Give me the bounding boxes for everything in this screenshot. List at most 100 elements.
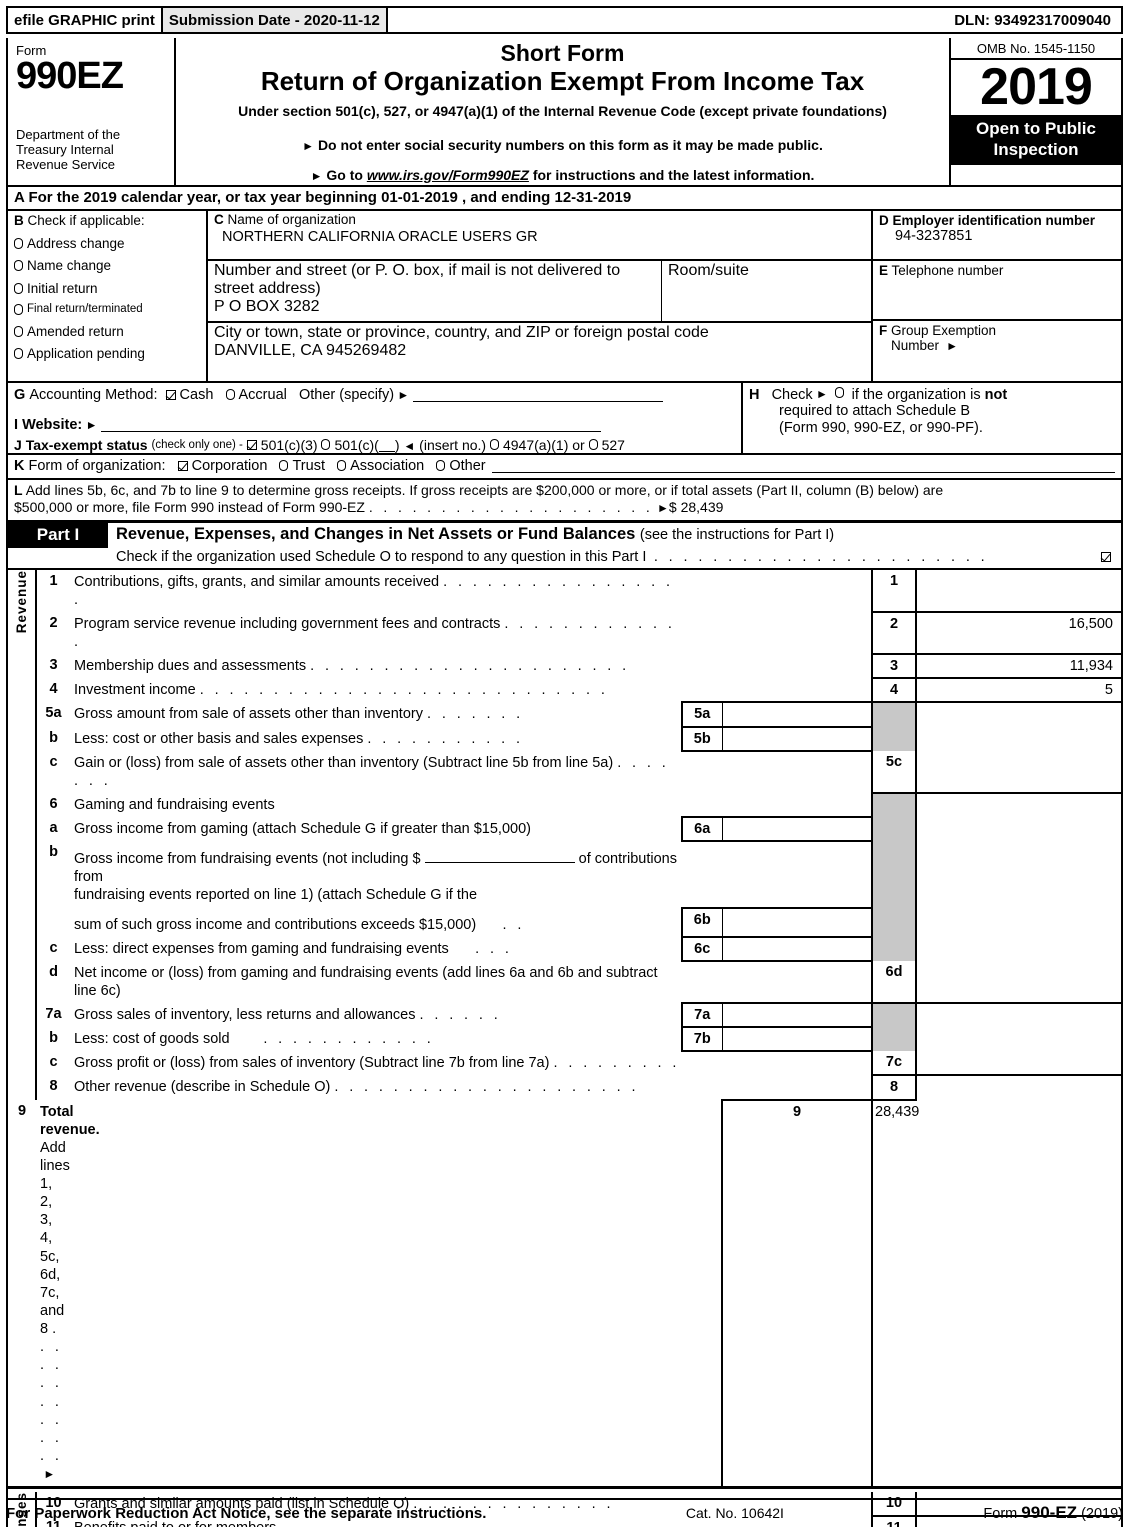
table-row: sum of such gross income and contributio… (8, 906, 1121, 937)
checkbox-corporation[interactable] (177, 460, 188, 471)
checkbox-address-change[interactable]: Address change (14, 237, 202, 251)
checkbox-final-return-label: Final return/terminated (27, 303, 143, 316)
part-1-table: Revenue 1 Contributions, gifts, grants, … (8, 567, 1121, 1527)
block-e-letter: E (879, 262, 889, 278)
row-inner-value[interactable] (722, 815, 873, 842)
goto-pre: Go to (326, 166, 363, 183)
checkbox-4947a1[interactable] (489, 439, 499, 451)
checkbox-initial-return[interactable]: Initial return (14, 282, 202, 296)
other-org-input[interactable] (491, 458, 1115, 474)
omb-number: OMB No. 1545-1150 (951, 38, 1121, 60)
website-input[interactable] (101, 417, 602, 433)
irs-form990ez-link[interactable]: www.irs.gov/Form990EZ (367, 167, 529, 183)
row-shade-cell (871, 841, 917, 908)
checkbox-amended-return[interactable]: Amended return (14, 325, 202, 339)
accounting-and-status-block: G Accounting Method: Cash Accrual Other … (8, 380, 1121, 453)
tax-year: 2019 (980, 58, 1093, 116)
accounting-other-label: Other (specify) (298, 386, 395, 403)
row-amount-blank (916, 841, 1121, 907)
tax-exempt-status-label: Tax-exempt status (25, 436, 148, 453)
row-inner-value[interactable] (722, 1026, 873, 1052)
row-amount[interactable] (916, 1051, 1121, 1075)
row-amount-blank (916, 937, 1121, 961)
table-row: 8 Other revenue (describe in Schedule O)… (8, 1074, 1121, 1100)
row-amount[interactable] (916, 567, 1121, 612)
org-roomsuite-caption: Room/suite (668, 261, 749, 279)
checkbox-501c-other[interactable] (321, 439, 331, 451)
row-amount[interactable]: 11,934 (916, 653, 1121, 679)
group-number-line: Number ► (879, 338, 1115, 353)
row-inner-value[interactable] (722, 1001, 873, 1028)
checkbox-501c3[interactable] (246, 439, 257, 450)
row-inner-value[interactable] (722, 906, 873, 937)
radio-circle-icon[interactable] (14, 325, 23, 337)
row-inner-blank (682, 840, 722, 908)
radio-circle-icon[interactable] (14, 260, 23, 272)
accounting-other-input[interactable] (413, 387, 664, 403)
row-amount-blank (916, 908, 1121, 937)
footer-form-id: Form 990-EZ (2019) (983, 1503, 1123, 1523)
footer-form-year: (2019) (1081, 1506, 1123, 1522)
row-inner-value[interactable] (722, 701, 873, 727)
row-desc-text: Gross amount from sale of assets other t… (74, 706, 423, 723)
org-roomsuite-cell: Room/suite (661, 260, 871, 321)
line-a-letter: A (14, 188, 25, 206)
checkbox-name-change[interactable]: Name change (14, 259, 202, 273)
checkbox-501c-other-label: 501(c)( (334, 436, 379, 453)
checkbox-accrual-label: Accrual (238, 386, 287, 403)
row-amount[interactable]: 16,500 (916, 610, 1121, 655)
department-label: Department of the Treasury Internal Reve… (16, 126, 121, 173)
row-desc-text: Gross income from fundraising events (no… (74, 851, 421, 868)
row-inner-value[interactable] (722, 935, 873, 961)
group-exemption-caption-text: Group Exemption (891, 322, 997, 338)
org-street-cell: Number and street (or P. O. box, if mail… (208, 261, 661, 321)
row-desc: Investment income . . . . . . . . . . . … (70, 678, 682, 702)
checkbox-schedule-b-not-required[interactable] (834, 386, 844, 398)
fundraising-contrib-input[interactable] (424, 849, 575, 864)
line-l-text2: $500,000 or more, file Form 990 instead … (14, 499, 365, 516)
checkbox-527[interactable] (588, 439, 598, 451)
checkbox-address-change-label: Address change (27, 235, 125, 251)
row-amount[interactable]: 28,439 (872, 1098, 919, 1489)
radio-circle-icon[interactable] (14, 237, 23, 249)
row-desc-text: Gain or (loss) from sale of assets other… (74, 754, 614, 771)
triangle-pointer-icon: ► (40, 1467, 56, 1481)
form-of-organization-row: K Form of organization: Corporation Trus… (8, 452, 1121, 478)
row-inner-blank (70, 1099, 722, 1489)
line-a-text: For the 2019 calendar year, or tax year … (28, 188, 632, 206)
row-amount[interactable]: 5 (916, 677, 1121, 703)
notice-goto: ► Go to www.irs.gov/Form990EZ for instru… (180, 167, 945, 183)
part-1-title: Revenue, Expenses, and Changes in Net As… (116, 524, 636, 543)
row-dots: . . . . . . . . . . . . . . . (40, 1321, 63, 1464)
row-amount[interactable] (916, 751, 1121, 793)
checkbox-final-return[interactable]: Final return/terminated (14, 304, 202, 316)
masthead-center: Short Form Return of Organization Exempt… (176, 38, 949, 185)
checkbox-application-pending[interactable]: Application pending (14, 347, 202, 361)
row-num: 2 (49, 614, 58, 631)
radio-circle-icon[interactable] (14, 304, 23, 316)
submission-date-label: Submission Date - 2020-11-12 (162, 8, 388, 32)
row-amount[interactable] (916, 1074, 1121, 1100)
table-row: b Gross income from fundraising events (… (8, 840, 1121, 908)
checkbox-schedule-o[interactable] (1101, 551, 1111, 562)
table-row: 3 Membership dues and assessments . . . … (8, 653, 1121, 679)
block-k-letter: K (14, 457, 25, 474)
radio-circle-icon[interactable] (14, 348, 23, 360)
checkbox-cash[interactable] (165, 389, 176, 400)
row-inner-value[interactable] (722, 725, 873, 751)
org-name-caption: C Name of organization (214, 212, 865, 228)
row-inner-label: 6a (681, 815, 723, 842)
table-row: 6 Gaming and fundraising events (8, 791, 1121, 817)
radio-circle-icon[interactable] (14, 282, 23, 294)
checkbox-accrual[interactable] (225, 389, 235, 401)
row-amount[interactable] (916, 961, 1121, 1003)
checkbox-association[interactable] (337, 460, 347, 472)
501c-subsection-input[interactable] (378, 438, 395, 452)
gh-left-column: G Accounting Method: Cash Accrual Other … (8, 383, 741, 453)
checkbox-corporation-label: Corporation (191, 457, 268, 474)
checkbox-other-org[interactable] (436, 460, 446, 472)
insert-no-text: (insert no.) (419, 436, 487, 453)
telephone-caption-text: Telephone number (891, 262, 1004, 278)
row-desc: Other revenue (describe in Schedule O) .… (70, 1075, 682, 1099)
checkbox-trust[interactable] (279, 460, 289, 472)
